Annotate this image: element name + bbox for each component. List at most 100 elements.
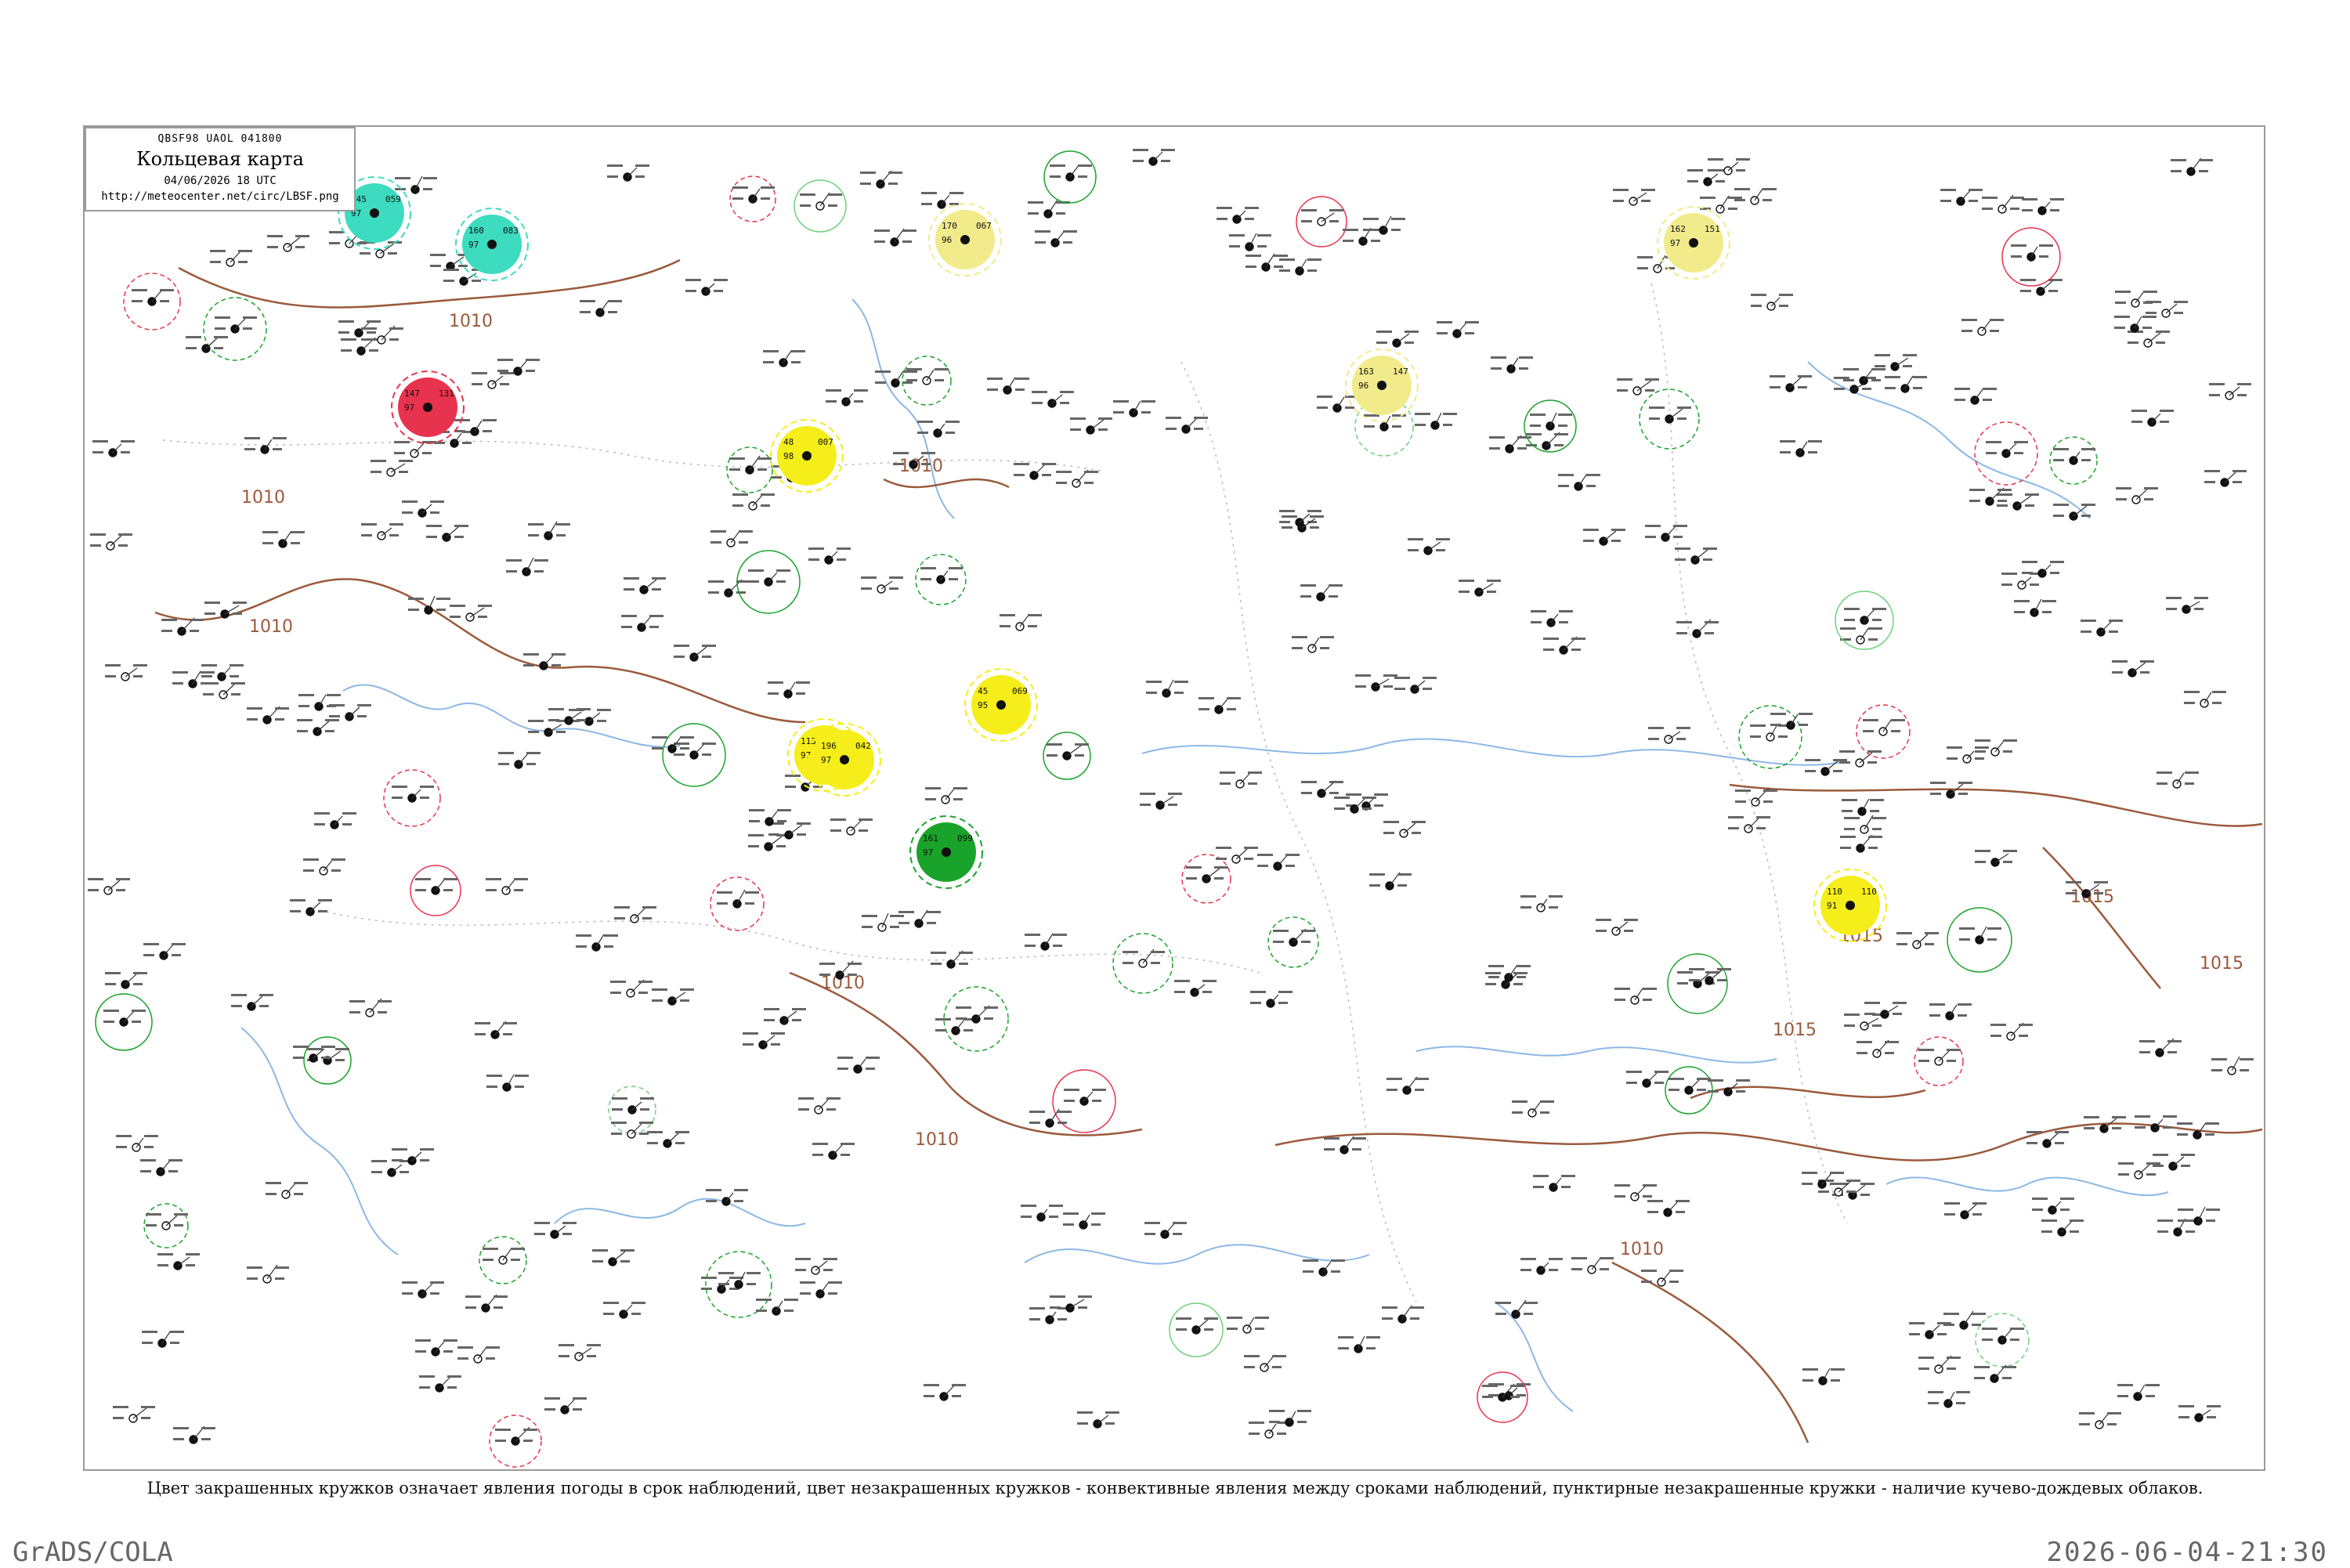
- station-value-glyph: [2131, 410, 2147, 412]
- station-value-glyph: [454, 536, 464, 538]
- station-plot[interactable]: 170 96 067: [928, 203, 1002, 276]
- wind-barb: [1994, 740, 2005, 753]
- station-value-glyph: [1987, 927, 2001, 930]
- station-plot[interactable]: 147 97 131: [391, 370, 465, 444]
- station-plot[interactable]: 161 97 099: [909, 815, 983, 889]
- station-value-glyph: [888, 172, 902, 174]
- wind-barb: [955, 1019, 965, 1031]
- station-value-glyph: [1872, 1024, 1882, 1027]
- station-value-glyph: [1677, 406, 1691, 409]
- station-value-glyph: [214, 347, 223, 349]
- station-value-glyph: [1300, 584, 1316, 587]
- station-marker: [267, 235, 309, 252]
- station-value-glyph: [325, 730, 334, 732]
- wind-barb: [832, 1143, 844, 1156]
- station-value-glyph: [1872, 619, 1882, 621]
- station-value-glyph: [764, 1019, 775, 1021]
- station-value-glyph: [2199, 170, 2208, 172]
- weather-map: 1010 1010 1010 1010 1010 1010 1010 1015 …: [83, 125, 2265, 1471]
- station-value-glyph: [483, 419, 497, 421]
- station-value-glyph: [680, 747, 689, 750]
- station-value-glyph: [1140, 793, 1155, 795]
- station-marker: [580, 300, 622, 317]
- station-value-glyph: [1750, 724, 1766, 727]
- station-value-glyph: [1871, 379, 1881, 381]
- station-value-glyph: [1202, 991, 1212, 993]
- station-value-glyph: [1990, 319, 2004, 321]
- station-marker: [1969, 487, 2012, 506]
- station-value-glyph: [551, 664, 561, 667]
- station-value-glyph: [2055, 1131, 2069, 1133]
- station-value-glyph: [642, 917, 652, 919]
- station-value-glyph: [1986, 452, 1997, 454]
- station-value-glyph: [1668, 1078, 1684, 1080]
- station-value-glyph: [1092, 1089, 1106, 1091]
- station-value-glyph: [161, 619, 177, 621]
- station-value-glyph: [1947, 1060, 1956, 1062]
- wind-barb: [1719, 195, 1730, 210]
- station-value-glyph: [610, 981, 626, 983]
- station-plot[interactable]: 160 97 083: [455, 208, 529, 281]
- station-marker: [705, 1251, 772, 1318]
- station-value-glyph: [935, 379, 944, 381]
- station-value-glyph: [2140, 660, 2154, 663]
- station-value-glyph: [2204, 481, 2215, 483]
- station-plot[interactable]: 162 97 151: [1657, 206, 1730, 280]
- station-value-glyph: [902, 229, 916, 232]
- station-value-glyph: [2114, 327, 2125, 329]
- station-value-glyph: [1896, 932, 1912, 934]
- station-value-glyph: [201, 1438, 211, 1440]
- station-value-glyph: [642, 906, 656, 909]
- station-value-glyph: [1383, 832, 1394, 834]
- station-value-glyph: [1846, 1180, 1860, 1182]
- station-value-glyph: [2039, 255, 2048, 258]
- station-value-glyph: [597, 720, 606, 722]
- station-value-glyph: [1687, 180, 1698, 182]
- station-value-glyph: [621, 615, 637, 617]
- station-value-glyph: [1645, 536, 1656, 538]
- station-value-glyph: [486, 1357, 495, 1360]
- station-value-glyph: [1705, 971, 1719, 974]
- station-value-glyph: [544, 1397, 560, 1400]
- station-value-glyph: [1329, 584, 1343, 587]
- station-value-glyph: [1363, 229, 1374, 231]
- station-plot[interactable]: 48 98 007: [770, 419, 844, 493]
- station-value-glyph: [443, 1339, 457, 1342]
- station-value-glyph: [430, 500, 444, 503]
- render-timestamp: 2026-06-04-21:30: [2046, 1537, 2328, 1568]
- station-value-glyph: [1868, 847, 1878, 849]
- station-value-glyph: [186, 336, 201, 338]
- station-value-glyph: [1839, 761, 1850, 764]
- station-value-glyph: [828, 1292, 837, 1295]
- station-plot[interactable]: 45 95 069: [964, 668, 1038, 742]
- station-value-glyph: [2199, 159, 2213, 161]
- station-value-glyph: [1903, 365, 1912, 367]
- wind-barb: [518, 752, 530, 765]
- station-value-glyph: [526, 763, 536, 765]
- station-value-glyph: [1362, 797, 1376, 799]
- station-value-glyph: [2025, 493, 2039, 496]
- station-value-glyph: [1893, 1002, 1907, 1004]
- station-plot[interactable]: 163 96 147: [1345, 349, 1419, 422]
- station-marker: [2128, 331, 2170, 348]
- station-value-glyph: [757, 457, 772, 460]
- station-marker: [1512, 1100, 1554, 1118]
- station-value-glyph: [483, 430, 492, 432]
- station-value-glyph: [1297, 1410, 1311, 1412]
- station-marker: [921, 192, 964, 209]
- station-value-glyph: [371, 1171, 382, 1173]
- station-value-glyph: [341, 349, 352, 352]
- station-value-glyph: [367, 331, 376, 334]
- station-value-glyph: [1673, 525, 1687, 527]
- station-marker: [2115, 291, 2157, 308]
- station-value-glyph: [903, 370, 917, 373]
- station-value-glyph: [1676, 1200, 1690, 1202]
- station-value-glyph: [392, 1159, 403, 1162]
- station-value-glyph: [1173, 1222, 1187, 1224]
- station-value-glyph: [2042, 611, 2052, 613]
- station-value-glyph: [1485, 972, 1501, 974]
- station-value-glyph: [959, 963, 968, 965]
- station-value-glyph: [734, 1200, 743, 1202]
- station-value-glyph: [1875, 354, 1890, 356]
- station-marker: [1250, 991, 1292, 1008]
